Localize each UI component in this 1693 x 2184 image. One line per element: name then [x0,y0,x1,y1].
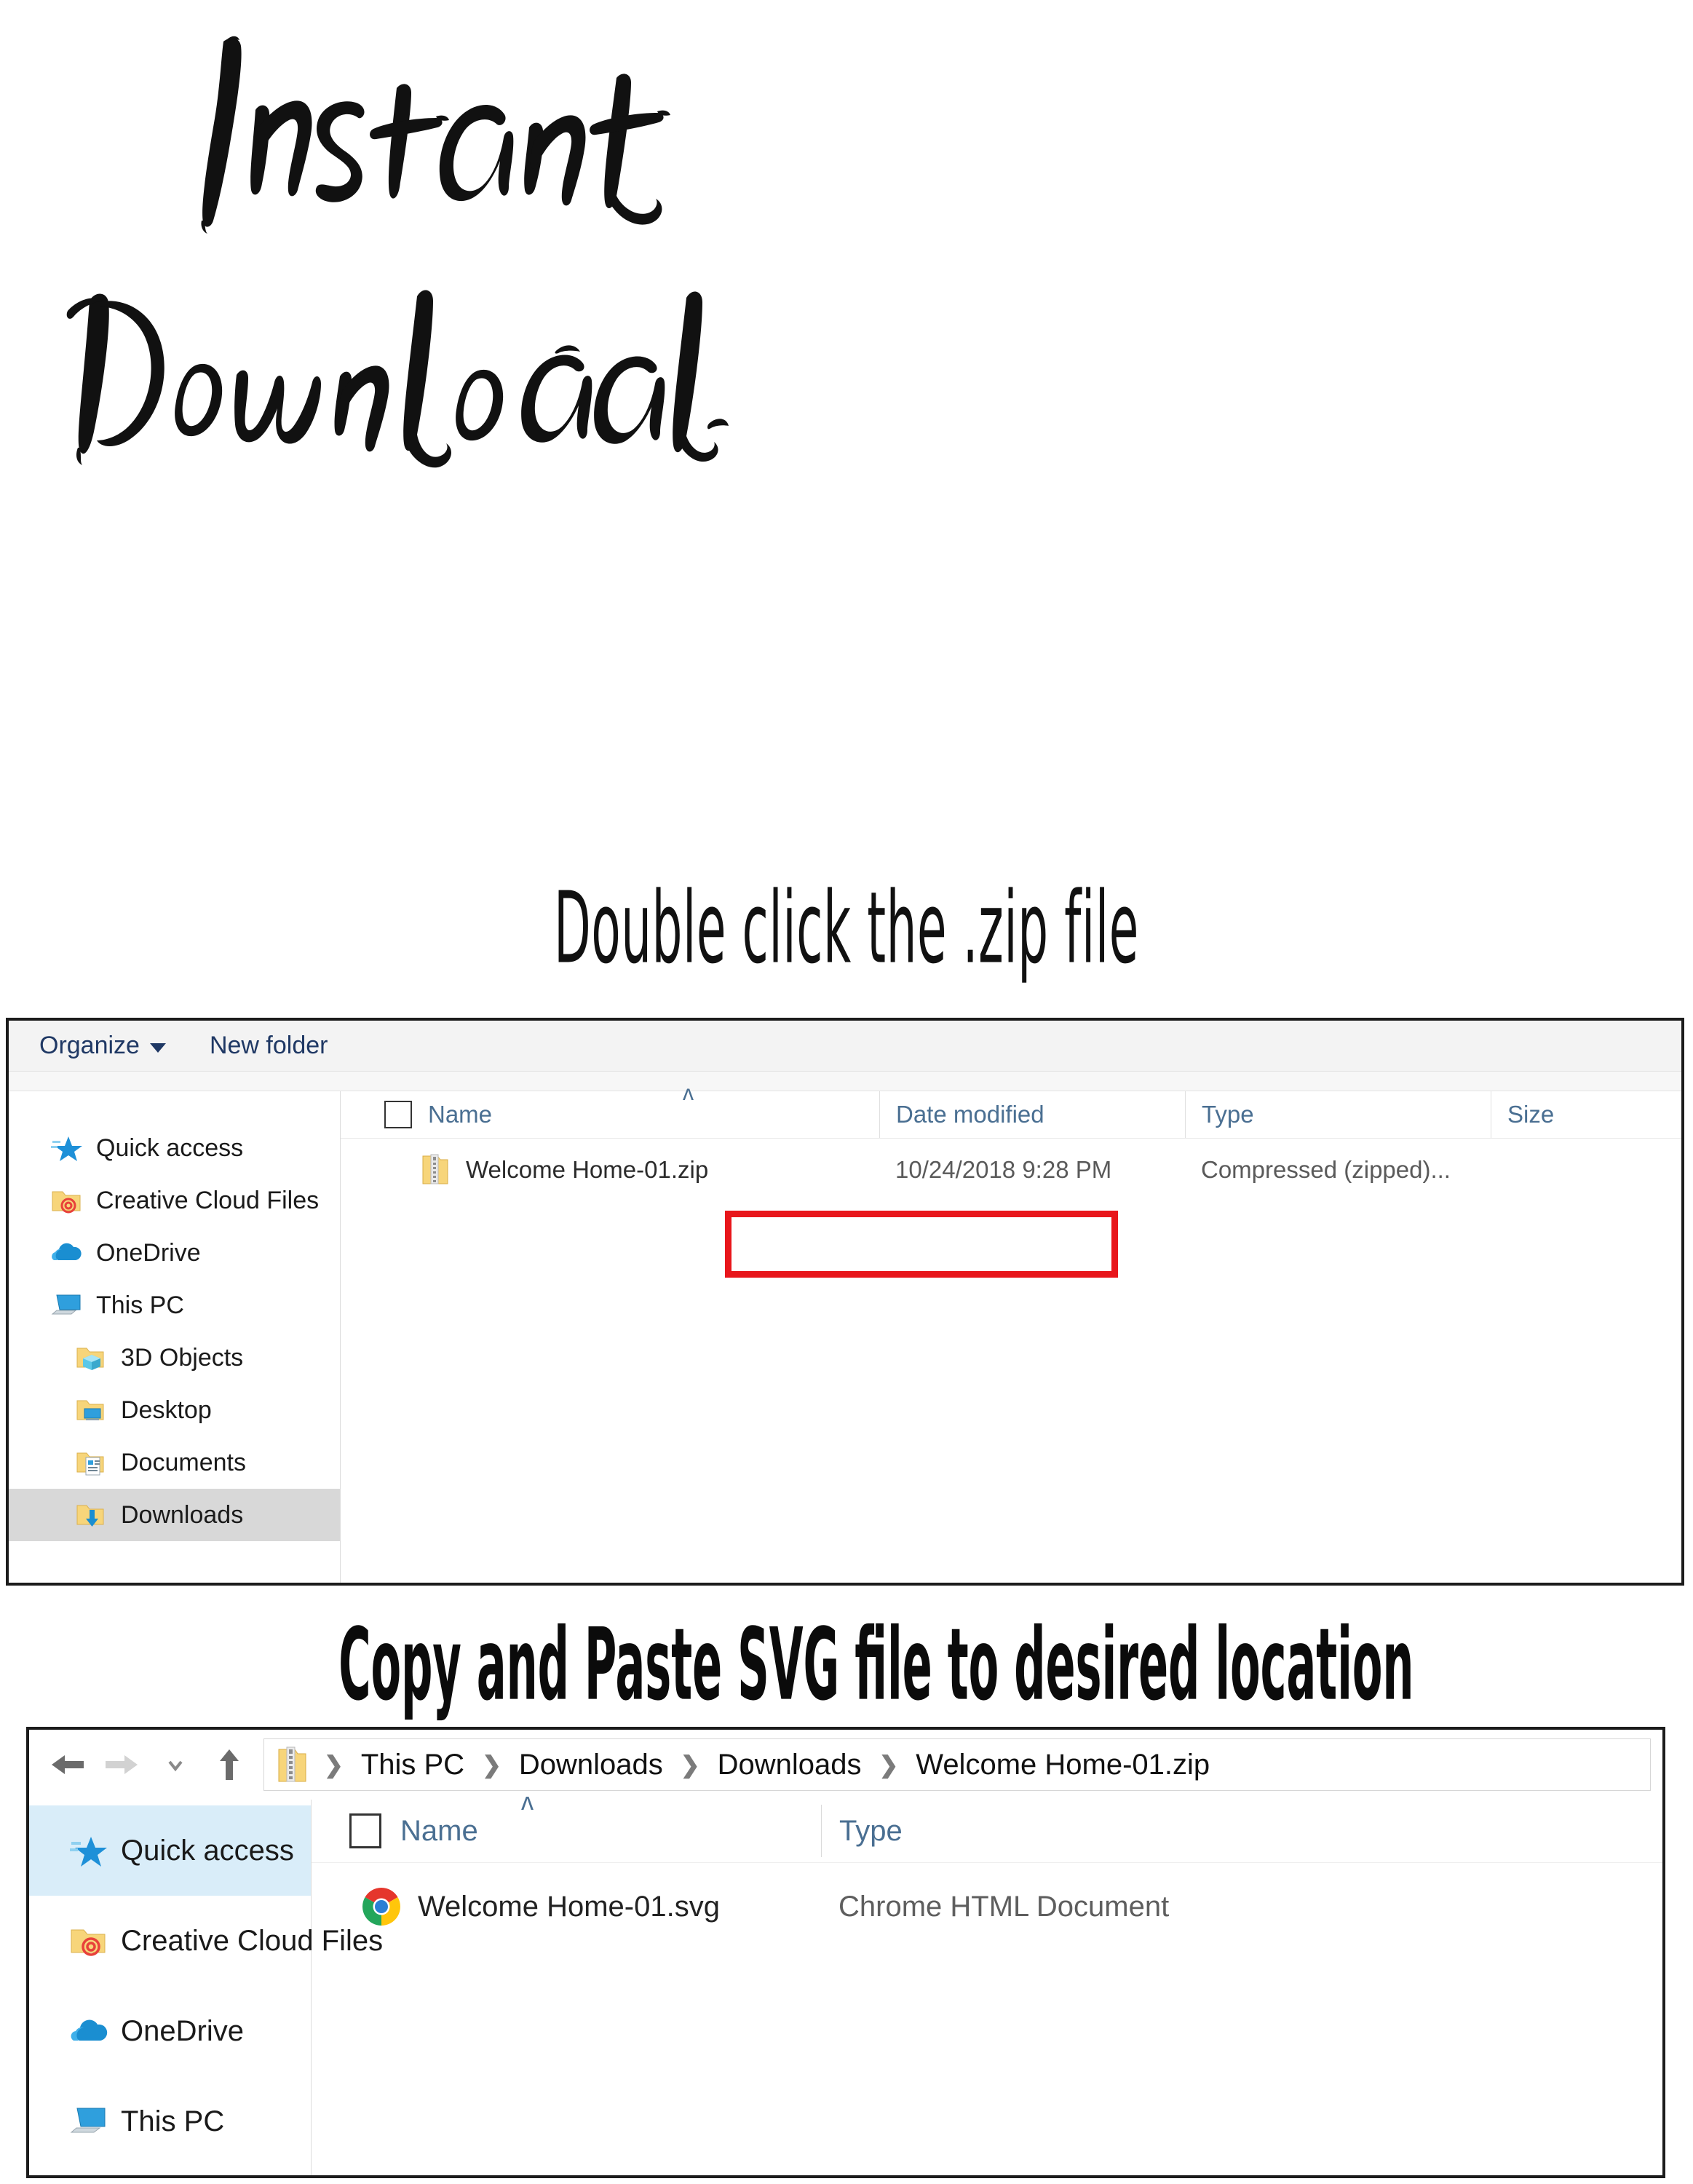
desktop-folder-icon [76,1396,108,1425]
hero-word-download [55,280,870,470]
star-icon [70,1833,108,1868]
tagline-double-click: Double click the .zip file [554,870,1139,986]
sidebar-item-quick-access[interactable]: Quick access [9,1122,340,1174]
sidebar-label: Quick access [96,1133,244,1162]
file-size-cell [1491,1139,1658,1201]
back-arrow-icon[interactable] [41,1738,95,1792]
breadcrumb-separator-icon: ❯ [482,1752,501,1778]
sidebar-label: This PC [96,1291,184,1319]
3d-objects-folder-icon [76,1343,108,1372]
sidebar-label: Quick access [121,1834,294,1867]
sidebar-item-onedrive[interactable]: OneDrive [9,1227,340,1279]
breadcrumb-item-downloads-2[interactable]: Downloads [713,1749,866,1781]
breadcrumb-separator-icon: ❯ [680,1752,700,1778]
column-header-label: Size [1507,1101,1555,1128]
zip-folder-icon [421,1153,450,1187]
sidebar-item-documents[interactable]: Documents [9,1436,340,1489]
file-date-modified-cell: 10/24/2018 9:28 PM [895,1156,1112,1183]
sidebar-item-quick-access[interactable]: Quick access [29,1805,311,1896]
creative-cloud-folder-icon [51,1186,83,1215]
hero-lettering: Double click the .zip file [0,0,1693,986]
sidebar-item-creative-cloud-files[interactable]: Creative Cloud Files [9,1174,340,1227]
column-header-size[interactable]: Size [1491,1091,1658,1138]
file-name-label: Welcome Home-01.svg [418,1890,720,1923]
file-explorer-window-zip-contents: ❯ This PC ❯ Downloads ❯ Downloads ❯ Welc… [26,1727,1665,2178]
chrome-icon [361,1886,402,1927]
explorer-toolbar: Organize New folder [9,1021,1681,1072]
select-all-checkbox[interactable] [349,1813,381,1848]
star-icon [51,1133,83,1163]
breadcrumb-item-zip[interactable]: Welcome Home-01.zip [911,1749,1214,1781]
creative-cloud-folder-icon [70,1923,108,1958]
table-row[interactable]: Welcome Home-01.svg Chrome HTML Document [312,1863,1662,1950]
column-headers: Name Date modified Type Size ʌ [341,1081,1681,1139]
column-header-type[interactable]: Type [1185,1091,1491,1138]
breadcrumb-item-this-pc[interactable]: This PC [357,1749,469,1781]
this-pc-monitor-icon [51,1291,83,1320]
highlight-annotation-box [725,1211,1118,1278]
organize-label: Organize [39,1032,140,1059]
sidebar-label: Desktop [121,1396,212,1424]
file-explorer-window-downloads: Organize New folder Quick access Creativ… [6,1018,1684,1586]
sidebar-item-downloads[interactable]: Downloads [9,1489,340,1541]
sidebar-label: Downloads [121,1500,244,1529]
navigation-pane: Quick access Creative Cloud Files OneDri… [9,1091,341,1583]
file-type-cell: Compressed (zipped)... [1201,1156,1451,1183]
recent-locations-chevron-down-icon[interactable] [148,1738,202,1792]
sidebar-item-onedrive[interactable]: OneDrive [29,1986,311,2076]
navigation-pane: Quick access Creative Cloud Files OneDri… [29,1800,383,2175]
onedrive-cloud-icon [70,2014,108,2049]
column-header-type[interactable]: Type [821,1805,1331,1857]
this-pc-monitor-icon [70,2104,108,2139]
column-header-label: Date modified [896,1101,1044,1128]
file-list-pane: Name Type ʌ Welcome Home-01.svg Chrome H… [312,1788,1662,2175]
sidebar-label: This PC [121,2105,225,2137]
table-row[interactable]: Welcome Home-01.zip 10/24/2018 9:28 PM C… [341,1139,1681,1201]
sidebar-item-creative-cloud-files[interactable]: Creative Cloud Files [29,1896,383,1986]
breadcrumb-separator-icon: ❯ [879,1752,899,1778]
sidebar-item-this-pc[interactable]: This PC [9,1279,340,1332]
sidebar-item-3d-objects[interactable]: 3D Objects [9,1332,340,1384]
hero-word-instant [186,25,913,237]
sidebar-label: OneDrive [96,1238,201,1267]
sidebar-label: Creative Cloud Files [96,1186,320,1214]
select-all-checkbox[interactable] [384,1101,412,1128]
column-header-label: Name [400,1814,478,1847]
tagline-copy-paste: Copy and Paste SVG file to desired locat… [338,1607,1414,1723]
sort-ascending-icon: ʌ [521,1788,534,1816]
breadcrumb-separator-icon: ❯ [324,1752,344,1778]
documents-folder-icon [76,1448,108,1477]
onedrive-cloud-icon [51,1238,83,1267]
sidebar-label: Documents [121,1448,246,1476]
sidebar-item-desktop[interactable]: Desktop [9,1384,340,1436]
new-folder-button[interactable]: New folder [210,1032,328,1060]
organize-button[interactable]: Organize [39,1032,166,1060]
column-header-label: Name [428,1101,493,1128]
column-headers: Name Type ʌ [312,1788,1662,1863]
up-arrow-icon[interactable] [202,1738,256,1792]
sidebar-item-this-pc[interactable]: This PC [29,2076,311,2167]
file-list-pane: Name Date modified Type Size ʌ Welcome H… [341,1081,1681,1583]
zip-folder-icon [276,1745,308,1784]
column-header-label: Type [1202,1101,1254,1128]
column-header-name[interactable]: Name [341,1091,879,1138]
column-header-label: Type [839,1814,903,1847]
file-type-cell: Chrome HTML Document [838,1890,1170,1923]
chevron-down-icon [149,1043,166,1053]
column-header-name[interactable]: Name [312,1805,821,1857]
new-folder-label: New folder [209,1032,328,1059]
sort-ascending-icon: ʌ [683,1081,694,1105]
sidebar-label: 3D Objects [121,1343,244,1372]
address-bar: ❯ This PC ❯ Downloads ❯ Downloads ❯ Welc… [29,1730,1662,1800]
forward-arrow-icon [95,1738,148,1792]
sidebar-label: OneDrive [121,2014,244,2047]
file-name-label: Welcome Home-01.zip [466,1156,709,1183]
toolbar-divider [9,1072,1681,1091]
file-name-cell[interactable]: Welcome Home-01.svg [312,1863,821,1950]
breadcrumb-item-downloads-1[interactable]: Downloads [515,1749,667,1781]
breadcrumb[interactable]: ❯ This PC ❯ Downloads ❯ Downloads ❯ Welc… [263,1738,1651,1791]
column-header-date-modified[interactable]: Date modified [879,1091,1185,1138]
file-name-cell[interactable]: Welcome Home-01.zip [341,1139,879,1201]
downloads-folder-icon [76,1500,108,1530]
